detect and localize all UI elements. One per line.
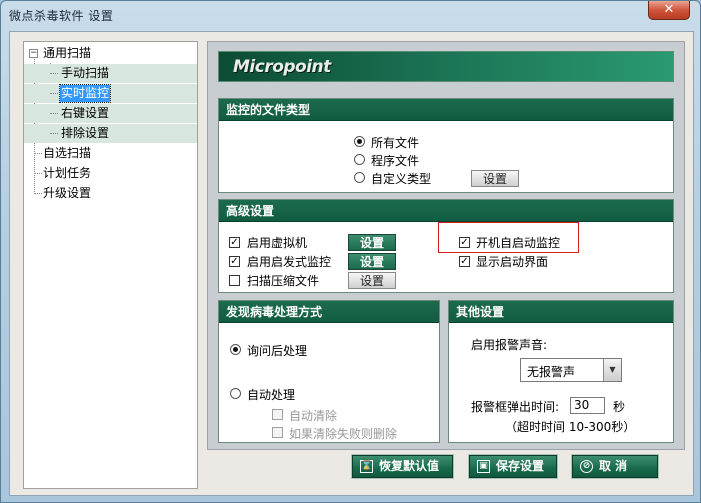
tree-label-context-menu: 右键设置: [61, 106, 110, 120]
other-settings-header: 其他设置: [449, 301, 673, 323]
cancel-button[interactable]: ⊘ 取 消: [571, 454, 659, 479]
radio-ask-before-action[interactable]: [230, 344, 241, 355]
highlight-box: [438, 222, 579, 253]
tree-item-general-scan[interactable]: − 通用扫描: [24, 44, 197, 63]
radio-auto-action[interactable]: [230, 388, 241, 399]
advanced-header: 高级设置: [219, 200, 673, 222]
save-settings-button[interactable]: ▣ 保存设置: [468, 454, 558, 479]
restore-defaults-label: 恢复默认值: [379, 459, 440, 473]
title-bar[interactable]: 微点杀毒软件 设置 ✕: [1, 1, 700, 29]
alarm-sound-value: 无报警声: [527, 365, 576, 379]
checkbox-heuristic-monitor[interactable]: ✓: [229, 256, 240, 267]
tree-label-general-scan: 通用扫描: [43, 46, 92, 60]
alarm-sound-label: 启用报警声音:: [471, 338, 548, 352]
save-settings-label: 保存设置: [496, 459, 545, 473]
checkbox-show-splash[interactable]: ✓: [459, 256, 470, 267]
window-title: 微点杀毒软件 设置: [9, 9, 114, 23]
virus-action-header: 发现病毒处理方式: [219, 301, 439, 323]
tree-connector: [50, 93, 58, 94]
tree-item-update-settings[interactable]: 升级设置: [24, 184, 197, 203]
tree-label-update-settings: 升级设置: [43, 186, 92, 200]
heuristic-settings-button[interactable]: 设置: [348, 253, 396, 270]
tree-label-exclusions: 排除设置: [61, 126, 110, 140]
timeout-unit: 秒: [613, 400, 626, 414]
brand-banner: Micropoint: [218, 51, 674, 82]
radio-custom-types-label: 自定义类型: [371, 172, 432, 186]
other-settings-group: 其他设置 启用报警声音: 无报警声 ▼ 报警框弹出时间: 30 秒 （超时时间 …: [448, 300, 674, 443]
tree-label-realtime-monitor: 实时监控: [58, 84, 112, 103]
chevron-down-icon[interactable]: ▼: [603, 359, 621, 381]
radio-all-files[interactable]: [354, 136, 365, 147]
checkbox-virtual-machine[interactable]: ✓: [229, 237, 240, 248]
heuristic-monitor-label: 启用启发式监控: [247, 255, 332, 269]
tree-label-manual-scan: 手动扫描: [61, 66, 110, 80]
alarm-sound-select[interactable]: 无报警声 ▼: [520, 358, 622, 382]
close-button[interactable]: ✕: [648, 1, 690, 20]
timeout-hint: （超时时间 10-300秒）: [505, 420, 636, 434]
tree-connector: [50, 133, 58, 134]
tree-connector: [50, 73, 58, 74]
cancel-icon: ⊘: [580, 460, 593, 473]
radio-custom-types[interactable]: [354, 172, 365, 183]
scan-archives-label: 扫描压缩文件: [247, 274, 320, 288]
client-area: − 通用扫描 手动扫描 实时监控 右键设置 排除设置 自选扫描 计划任务 升级设…: [9, 31, 694, 496]
tree-item-manual-scan[interactable]: 手动扫描: [24, 64, 197, 83]
tree-connector: [34, 193, 42, 194]
radio-all-files-label: 所有文件: [371, 136, 420, 150]
tree-label-scheduled-tasks: 计划任务: [43, 166, 92, 180]
restore-defaults-button[interactable]: ⌛ 恢复默认值: [351, 454, 454, 479]
virtual-machine-settings-button[interactable]: 设置: [348, 234, 396, 251]
save-icon: ▣: [477, 460, 490, 473]
checkbox-delete-on-fail[interactable]: [272, 427, 283, 438]
delete-on-fail-label: 如果清除失败则删除: [289, 427, 398, 441]
tree-connector: [34, 173, 42, 174]
auto-clean-label: 自动清除: [289, 409, 338, 423]
tree-connector: [34, 153, 42, 154]
tree-item-scheduled-tasks[interactable]: 计划任务: [24, 164, 197, 183]
tree-item-custom-scan[interactable]: 自选扫描: [24, 144, 197, 163]
scan-archives-settings-button[interactable]: 设置: [348, 272, 396, 289]
radio-program-files[interactable]: [354, 154, 365, 165]
settings-tree: − 通用扫描 手动扫描 实时监控 右键设置 排除设置 自选扫描 计划任务 升级设…: [23, 41, 198, 489]
radio-program-files-label: 程序文件: [371, 154, 420, 168]
tree-item-context-menu[interactable]: 右键设置: [24, 104, 197, 123]
tree-connector: [50, 113, 58, 114]
auto-action-label: 自动处理: [247, 388, 296, 402]
checkbox-auto-clean[interactable]: [272, 409, 283, 420]
micropoint-logo: Micropoint: [233, 57, 331, 77]
checkbox-scan-archives[interactable]: [229, 275, 240, 286]
hourglass-icon: ⌛: [360, 460, 373, 473]
ask-before-action-label: 询问后处理: [247, 344, 308, 358]
virus-action-group: 发现病毒处理方式 询问后处理 自动处理 自动清除 如果清除失败则删除: [218, 300, 440, 443]
show-splash-label: 显示启动界面: [476, 255, 549, 269]
settings-window: 微点杀毒软件 设置 ✕ − 通用扫描 手动扫描 实时监控 右键设置 排除设置 自…: [0, 0, 701, 503]
tree-label-custom-scan: 自选扫描: [43, 146, 92, 160]
cancel-label: 取 消: [599, 459, 628, 473]
tree-item-realtime-monitor[interactable]: 实时监控: [24, 84, 197, 103]
custom-types-settings-button[interactable]: 设置: [471, 170, 519, 187]
timeout-label: 报警框弹出时间:: [471, 400, 560, 414]
tree-item-exclusions[interactable]: 排除设置: [24, 124, 197, 143]
file-types-group: 监控的文件类型 所有文件 程序文件 自定义类型 设置: [218, 98, 674, 193]
timeout-input[interactable]: 30: [570, 397, 605, 414]
virtual-machine-label: 启用虚拟机: [247, 236, 308, 250]
file-types-header: 监控的文件类型: [219, 99, 673, 121]
